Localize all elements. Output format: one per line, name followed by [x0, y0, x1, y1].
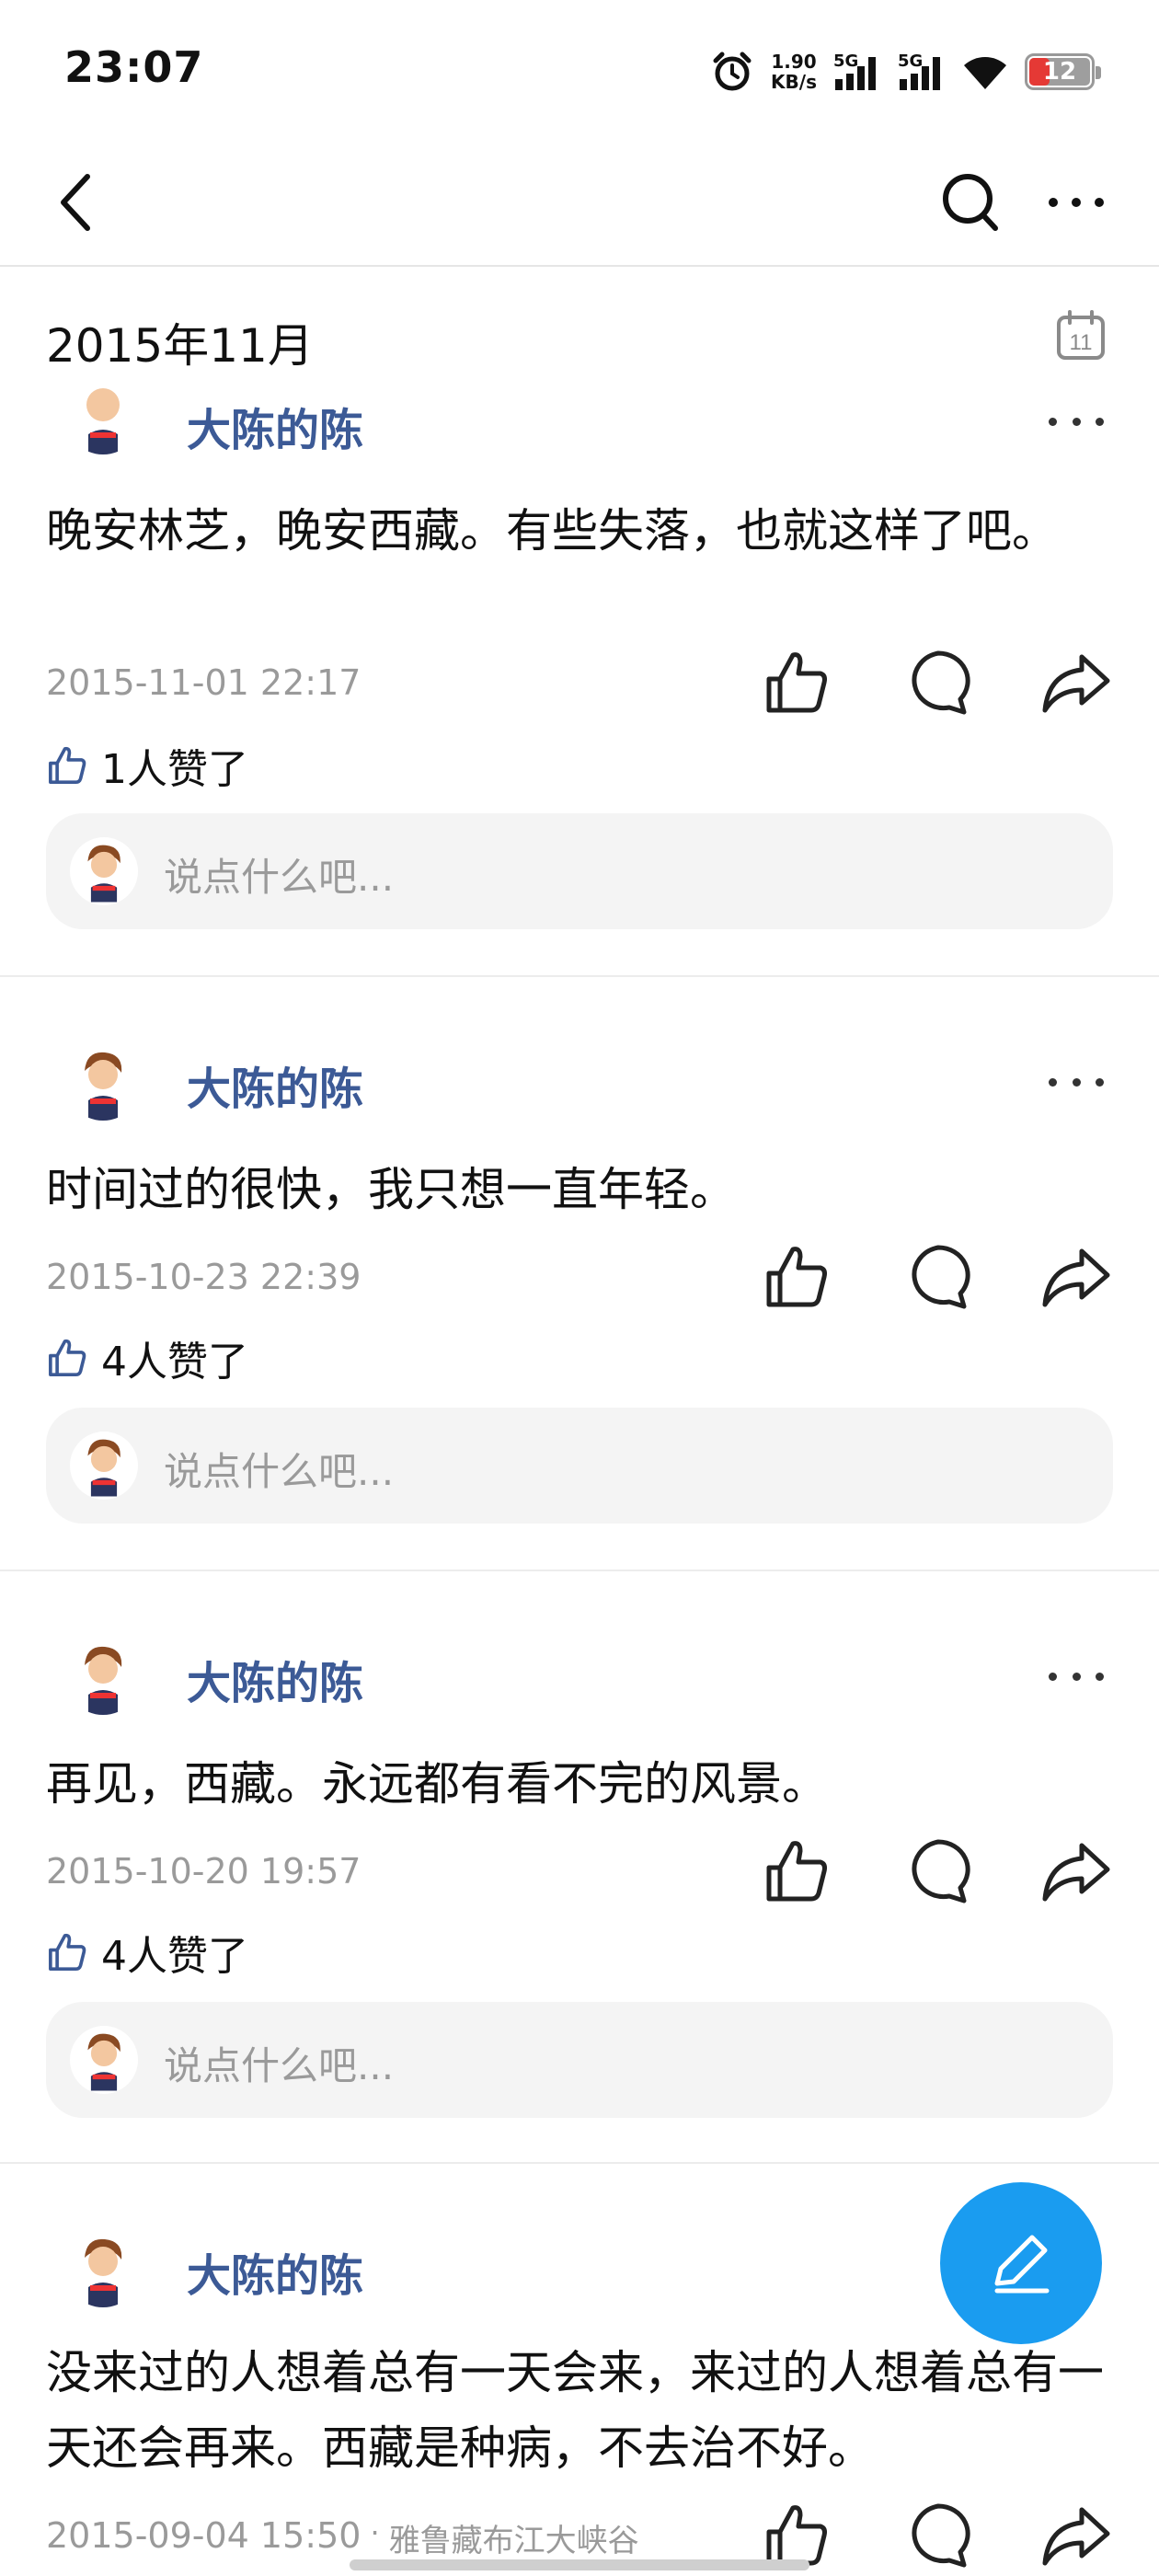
likes-summary[interactable]: 1人赞了 — [46, 736, 248, 795]
avatar-icon — [87, 2033, 120, 2091]
share-arrow-icon — [1042, 654, 1110, 713]
username[interactable]: 大陈的陈 — [187, 2239, 363, 2304]
share-button[interactable] — [1041, 1242, 1111, 1312]
avatar[interactable] — [64, 1043, 142, 1121]
share-arrow-icon — [1042, 1843, 1110, 1902]
post-card: 大陈的陈 时间过的很快，我只想一直年轻。 2015-10-23 22:39 4人… — [0, 977, 1159, 1568]
comment-avatar — [70, 2026, 138, 2094]
avatar-icon — [85, 1646, 122, 1715]
avatar-icon — [86, 388, 120, 454]
avatar[interactable] — [64, 1638, 142, 1715]
post-timestamp-date: 2015-09-04 15:50 — [46, 2515, 361, 2556]
avatar[interactable] — [64, 383, 142, 454]
share-button[interactable] — [1041, 1836, 1111, 1906]
likes-count: 4人赞了 — [101, 1339, 248, 1386]
comment-button[interactable] — [903, 648, 973, 718]
post-card: 大陈的陈 晚安林芝，晚安西藏。有些失落，也就这样了吧。 2015-11-01 2… — [0, 0, 1159, 975]
thumbs-up-small-icon — [49, 1933, 86, 1971]
dot — [1096, 1672, 1104, 1681]
dot — [1049, 1077, 1057, 1087]
post-location[interactable]: 雅鲁藏布江大峡谷 — [389, 2515, 639, 2560]
post-timestamp: 2015-11-01 22:17 — [46, 662, 361, 703]
like-button[interactable] — [762, 648, 832, 718]
username[interactable]: 大陈的陈 — [187, 394, 363, 458]
share-arrow-icon — [1042, 1248, 1110, 1307]
thumbs-up-icon — [766, 1841, 827, 1902]
share-arrow-icon — [1042, 2507, 1110, 2566]
username[interactable]: 大陈的陈 — [187, 1647, 363, 1711]
post-timestamp: 2015-10-23 22:39 — [46, 1257, 361, 1297]
comment-button[interactable] — [903, 1836, 973, 1906]
post-card: 大陈的陈 再见，西藏。永远都有看不完的风景。 2015-10-20 19:57 … — [0, 1571, 1159, 2162]
dot — [1096, 1077, 1104, 1087]
share-button[interactable] — [1041, 648, 1111, 718]
like-button[interactable] — [762, 1242, 832, 1312]
comment-input[interactable]: 说点什么吧... — [46, 813, 1113, 929]
post-content: 没来过的人想着总有一天会来，来过的人想着总有一天还会再来。西藏是种病，不去治不好… — [46, 2346, 1104, 2475]
post-more-button[interactable] — [1049, 1064, 1104, 1100]
dot — [1072, 1077, 1081, 1087]
post-content: 时间过的很快，我只想一直年轻。 — [46, 1163, 736, 1216]
comment-input[interactable]: 说点什么吧... — [46, 2002, 1113, 2118]
comment-button[interactable] — [903, 1242, 973, 1312]
avatar-icon — [85, 1052, 122, 1121]
comment-placeholder: 说点什么吧... — [164, 855, 395, 900]
compose-post-button[interactable] — [940, 2182, 1102, 2344]
thumbs-up-small-icon — [49, 1339, 86, 1376]
dot — [1072, 1672, 1081, 1681]
edit-pencil-icon — [994, 2235, 1050, 2294]
thumbs-up-icon — [766, 1247, 827, 1307]
like-button[interactable] — [762, 1836, 832, 1906]
comment-bubble-icon — [912, 2503, 970, 2568]
avatar-icon — [87, 845, 120, 903]
comment-bubble-icon — [912, 1245, 970, 1309]
thumbs-up-small-icon — [49, 746, 86, 784]
thumbs-up-icon — [766, 652, 827, 713]
location-separator: · — [370, 2515, 380, 2550]
username[interactable]: 大陈的陈 — [187, 1052, 363, 1117]
post-timestamp: 2015-10-20 19:57 — [46, 1851, 361, 1892]
post-timestamp: 2015-09-04 15:50 · 雅鲁藏布江大峡谷 — [46, 2515, 639, 2560]
post-content: 再见，西藏。永远都有看不完的风景。 — [46, 1757, 828, 1811]
avatar[interactable] — [64, 2230, 142, 2307]
post-content: 晚安林芝，晚安西藏。有些失落，也就这样了吧。 — [46, 504, 1058, 558]
avatar-icon — [85, 2238, 122, 2307]
post-more-button[interactable] — [1049, 1658, 1104, 1695]
share-button[interactable] — [1041, 2501, 1111, 2570]
likes-summary[interactable]: 4人赞了 — [46, 1923, 248, 1982]
likes-summary[interactable]: 4人赞了 — [46, 1328, 248, 1387]
comment-placeholder: 说点什么吧... — [164, 2043, 395, 2088]
post-more-button[interactable] — [1049, 403, 1104, 440]
comment-button[interactable] — [903, 2501, 973, 2570]
comment-input[interactable]: 说点什么吧... — [46, 1408, 1113, 1524]
comment-avatar — [70, 1432, 138, 1500]
avatar-icon — [87, 1439, 120, 1497]
likes-count: 1人赞了 — [101, 746, 248, 793]
comment-avatar — [70, 837, 138, 905]
home-indicator[interactable] — [350, 2559, 809, 2570]
dot — [1049, 1672, 1057, 1681]
comment-bubble-icon — [912, 1839, 970, 1903]
dot — [1096, 417, 1104, 426]
comment-bubble-icon — [912, 650, 970, 715]
likes-count: 4人赞了 — [101, 1933, 248, 1980]
thumbs-up-icon — [766, 2505, 827, 2566]
dot — [1049, 417, 1057, 426]
battery-level: 12 — [1042, 58, 1077, 86]
comment-placeholder: 说点什么吧... — [164, 1449, 395, 1494]
dot — [1072, 417, 1081, 426]
